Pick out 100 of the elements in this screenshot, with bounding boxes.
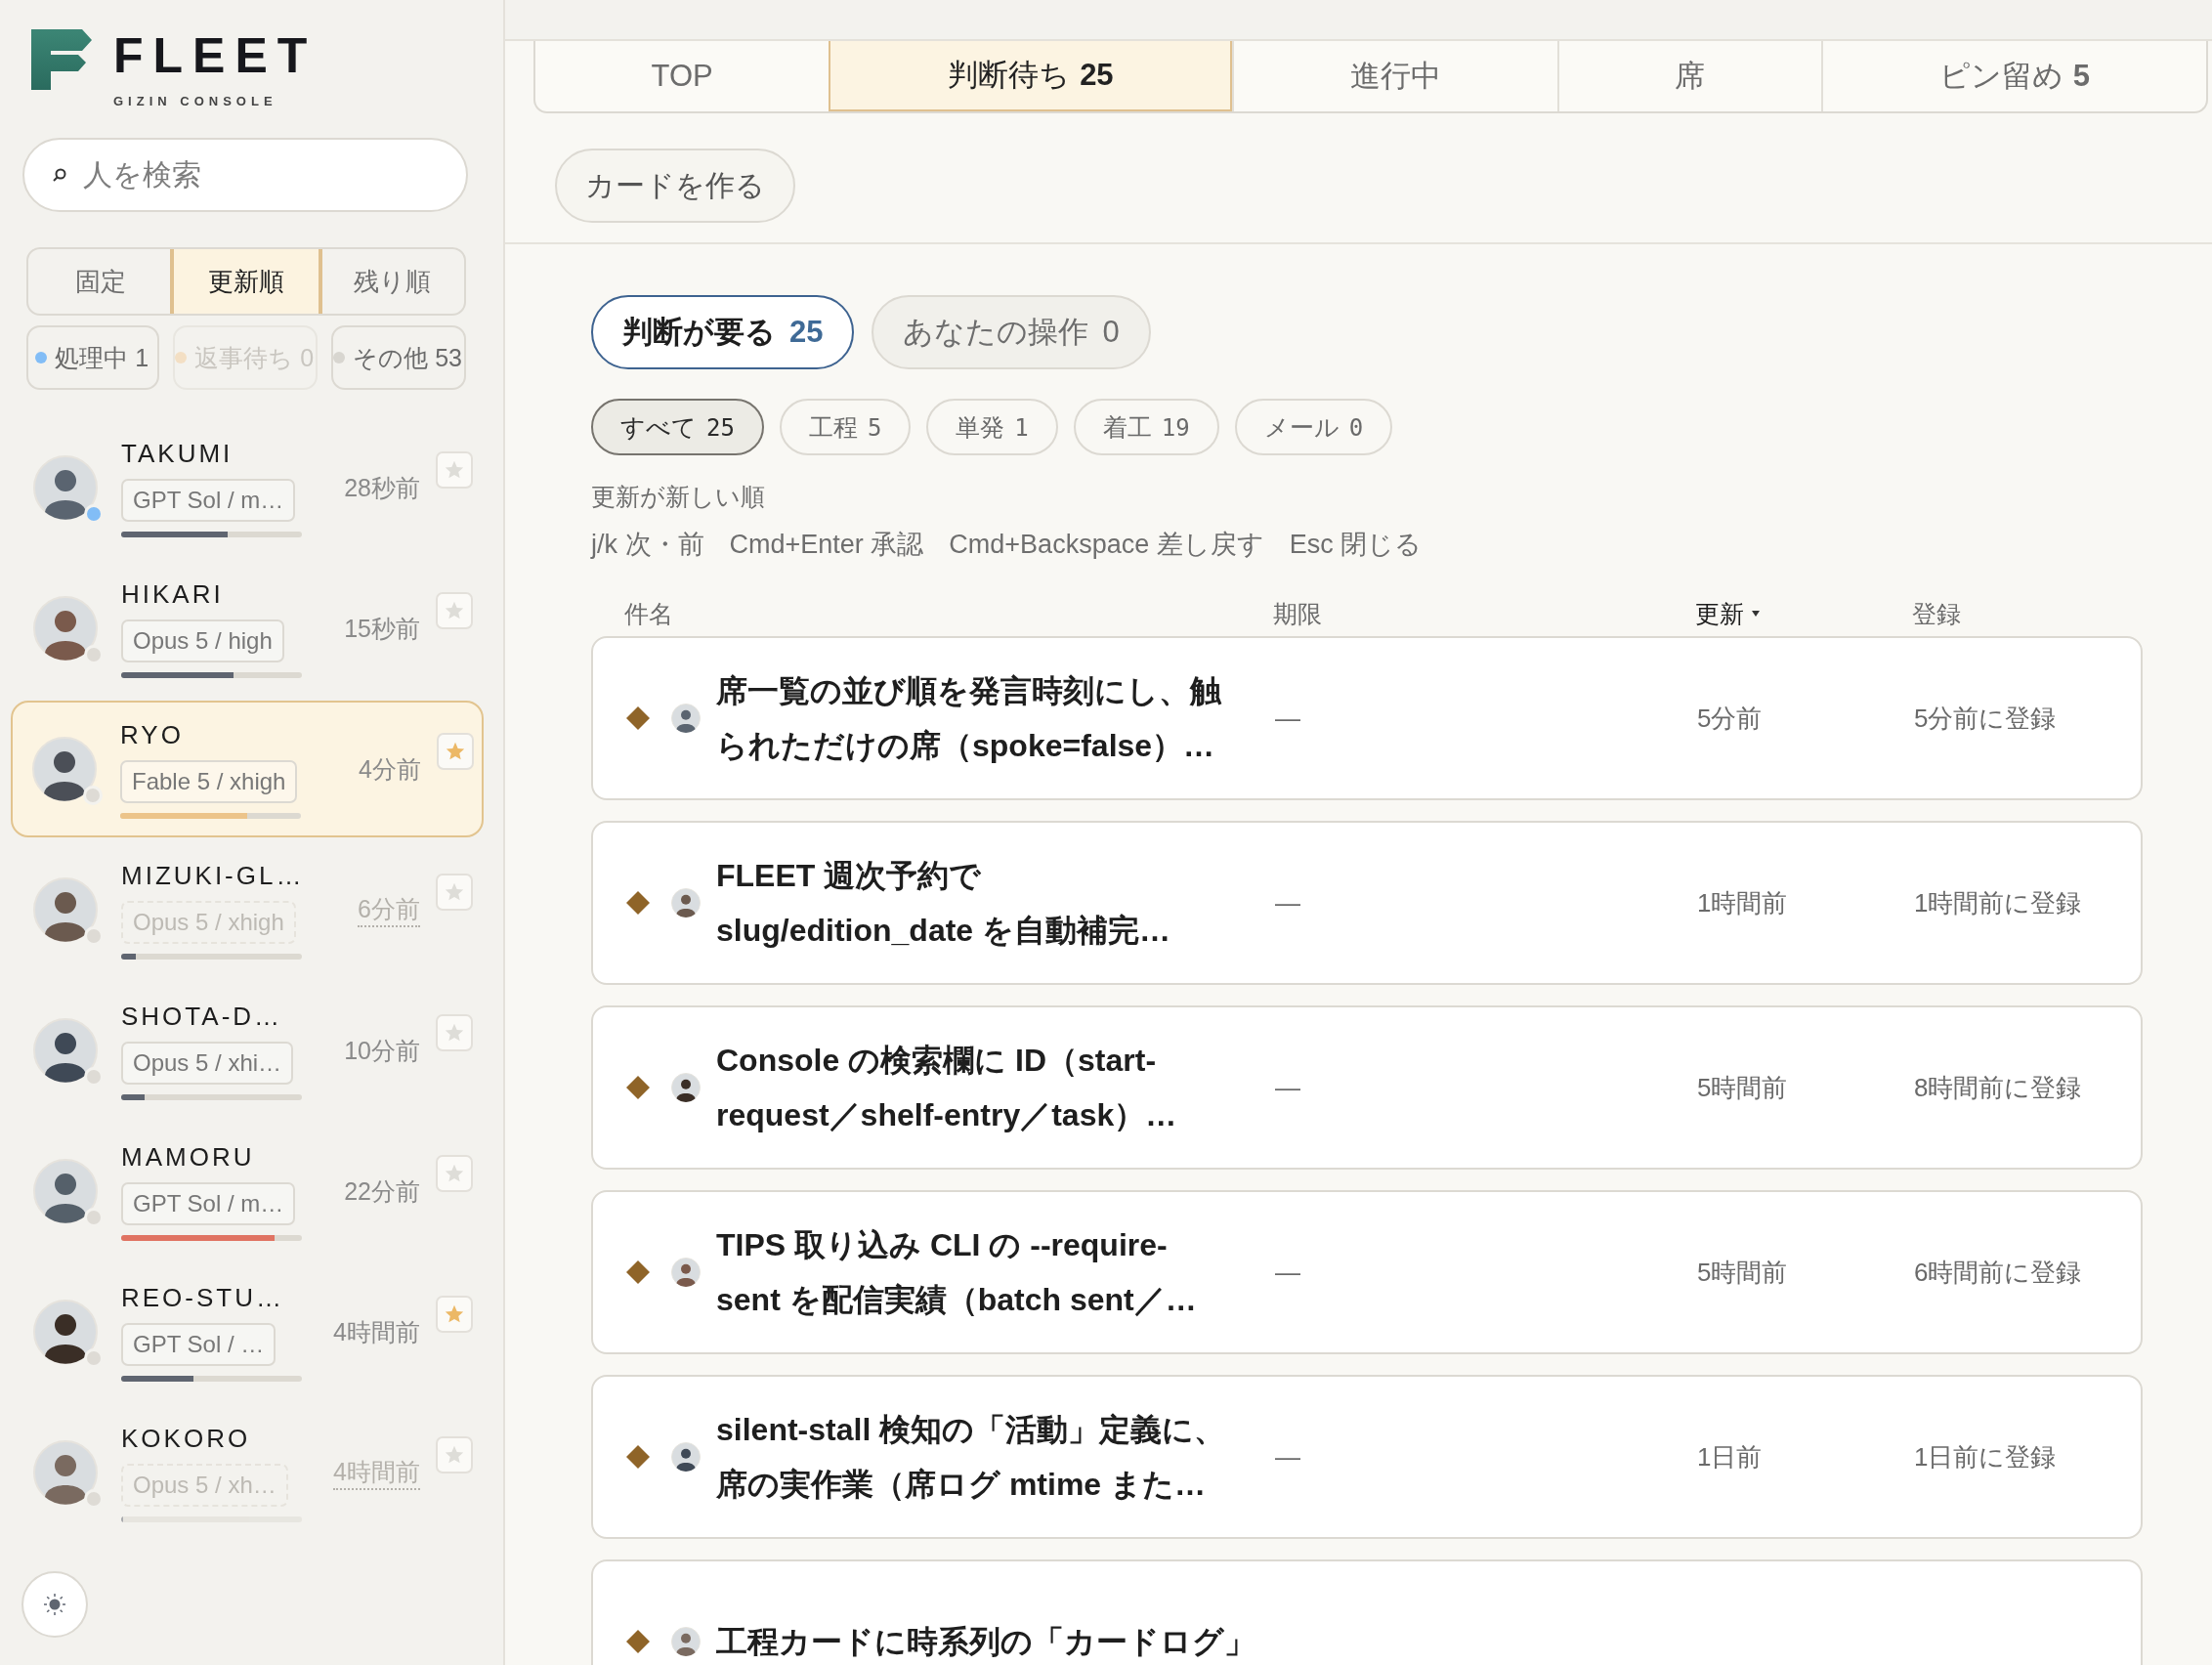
logo-title: FLEET — [113, 31, 318, 80]
type-filter[interactable]: メール 0 — [1234, 399, 1393, 455]
scope-pill[interactable]: あなたの操作 0 — [872, 295, 1151, 369]
logo-subtitle: GIZIN CONSOLE — [113, 94, 278, 108]
type-filter[interactable]: 単発 1 — [926, 399, 1058, 455]
nav-tab[interactable]: ピン留め 5 — [1820, 41, 2206, 111]
star-icon — [445, 741, 466, 762]
pin-button[interactable] — [436, 1436, 473, 1473]
nav-tab[interactable]: TOP — [535, 41, 830, 111]
updated-cell-text: 5時間前 — [1697, 1256, 1788, 1289]
person-item[interactable]: HIKARI Opus 5 / high 15秒前 — [12, 560, 483, 697]
pin-button[interactable] — [436, 451, 473, 489]
registered-cell-text: 1時間前に登録 — [1914, 886, 2082, 919]
avatar-icon — [671, 1258, 701, 1287]
task-title: TIPS 取り込み CLI の --require- sent を配信実績（batch sent／… — [716, 1226, 1197, 1319]
person-item[interactable]: RYO Fable 5 / xhigh 4分前 — [11, 701, 484, 837]
avatar-icon — [671, 1442, 701, 1472]
model-tag: GPT Sol / m… — [121, 478, 296, 522]
logo-icon — [31, 29, 92, 90]
star-icon — [444, 459, 465, 481]
last-active-time: 15秒前 — [344, 613, 420, 644]
search-icon — [52, 167, 67, 183]
star-icon — [444, 1022, 465, 1044]
sort-tab[interactable]: 更新順 — [172, 249, 320, 314]
task-card[interactable]: TIPS 取り込み CLI の --require- sent を配信実績（batch sent／… — 5時間前 6時間前に登録 — [591, 1190, 2143, 1354]
model-tag: GPT Sol / … — [121, 1322, 276, 1366]
diamond-icon — [626, 891, 650, 915]
last-active-time: 4時間前 — [333, 1316, 420, 1347]
nav-tab[interactable]: 席 — [1556, 41, 1821, 111]
registered-cell-text: 6時間前に登録 — [1914, 1256, 2082, 1289]
diamond-icon — [626, 706, 650, 730]
updated-cell-text: 5分前 — [1697, 702, 1763, 735]
sort-caret-icon — [1752, 611, 1760, 617]
person-item[interactable]: KOKORO Opus 5 / xh… 4時間前 — [12, 1404, 483, 1541]
model-tag: Opus 5 / xhigh — [121, 900, 296, 944]
sort-tab[interactable]: 残り順 — [319, 249, 464, 314]
deadline-cell: — — [1275, 1257, 1300, 1288]
column-header[interactable]: 更新 — [1695, 597, 1760, 630]
last-active-time: 4時間前 — [333, 1455, 420, 1490]
type-filter[interactable]: 工程 5 — [779, 399, 912, 455]
person-item[interactable]: TAKUMI GPT Sol / m… 28秒前 — [12, 419, 483, 556]
column-header[interactable]: 期限 — [1273, 597, 1322, 630]
nav-tab[interactable]: 判断待ち 25 — [829, 41, 1233, 111]
last-active-time: 10分前 — [344, 1035, 420, 1066]
nav-tab[interactable]: 進行中 — [1232, 41, 1557, 111]
task-title: silent-stall 検知の「活動」定義に、 席の実作業（席ログ mtime また… — [716, 1411, 1226, 1504]
person-item[interactable]: SHOTA-D… Opus 5 / xhi… 10分前 — [12, 982, 483, 1119]
person-name: HIKARI — [121, 578, 225, 610]
person-name: TAKUMI — [121, 438, 234, 469]
task-card[interactable]: FLEET 週次予約で slug/edition_date を自動補完… — 1時間前 1時間前に登録 — [591, 821, 2143, 985]
star-icon — [444, 1303, 465, 1325]
type-filter[interactable]: すべて 25 — [591, 399, 764, 455]
star-icon — [444, 881, 465, 903]
registered-cell-text: 5分前に登録 — [1914, 702, 2057, 735]
model-tag: Opus 5 / xhi… — [121, 1041, 294, 1085]
diamond-icon — [626, 1076, 650, 1099]
last-active-time: 4分前 — [359, 753, 421, 785]
star-icon — [444, 600, 465, 621]
diamond-icon — [626, 1445, 650, 1469]
status-filter[interactable]: その他 53 — [331, 325, 466, 390]
person-item[interactable]: MIZUKI-GL… Opus 5 / xhigh 6分前 — [12, 841, 483, 978]
registered-cell-text: 8時間前に登録 — [1914, 1071, 2082, 1104]
pin-button[interactable] — [436, 1155, 473, 1192]
shortcut-hint: Esc 閉じる — [1289, 529, 1423, 561]
updated-cell-text: 1時間前 — [1697, 886, 1788, 919]
shortcut-hint: Cmd+Backspace 差し戻す — [949, 529, 1264, 561]
task-card[interactable]: 工程カードに時系列の「カードログ」 — [591, 1559, 2143, 1665]
status-filter[interactable]: 処理中 1 — [26, 325, 160, 390]
task-card[interactable]: 席一覧の並び順を発言時刻にし、触 られただけの席（spoke=false）… — 5分前 5分前に登録 — [591, 636, 2143, 800]
scope-pill[interactable]: 判断が要る 25 — [591, 295, 855, 369]
task-title: 工程カードに時系列の「カードログ」 — [716, 1623, 1255, 1661]
sun-icon — [42, 1592, 67, 1617]
pin-button[interactable] — [436, 592, 473, 629]
updated-cell-text: 5時間前 — [1697, 1071, 1788, 1104]
search-field[interactable]: 人を検索 — [22, 138, 468, 212]
task-card[interactable]: silent-stall 検知の「活動」定義に、 席の実作業（席ログ mtime また… — 1日前 1日前に登録 — [591, 1375, 2143, 1539]
create-card-button[interactable]: カードを作る — [555, 149, 795, 223]
model-tag: GPT Sol / m… — [121, 1181, 296, 1225]
person-name: REO-STU… — [121, 1282, 285, 1313]
column-header[interactable]: 登録 — [1912, 597, 1961, 630]
pin-button[interactable] — [436, 1014, 473, 1051]
avatar-icon — [33, 1159, 98, 1223]
pin-button[interactable] — [436, 1296, 473, 1333]
last-active-time: 22分前 — [344, 1175, 420, 1207]
task-title: 席一覧の並び順を発言時刻にし、触 られただけの席（spoke=false）… — [716, 672, 1221, 765]
avatar-icon — [32, 737, 97, 801]
pin-button[interactable] — [436, 874, 473, 911]
pin-button[interactable] — [437, 733, 474, 770]
star-icon — [444, 1163, 465, 1184]
model-tag: Fable 5 / xhigh — [120, 759, 298, 803]
avatar-icon — [33, 1300, 98, 1364]
task-card[interactable]: Console の検索欄に ID（start- request／shelf-entry／task）… — 5時間前 8時間前に登録 — [591, 1005, 2143, 1170]
column-header[interactable]: 件名 — [624, 597, 673, 630]
deadline-cell: — — [1275, 1441, 1300, 1473]
person-item[interactable]: REO-STU… GPT Sol / … 4時間前 — [12, 1263, 483, 1400]
model-tag: Opus 5 / high — [121, 619, 284, 662]
person-item[interactable]: MAMORU GPT Sol / m… 22分前 — [12, 1123, 483, 1259]
type-filter[interactable]: 着工 19 — [1073, 399, 1219, 455]
diamond-icon — [626, 1260, 650, 1284]
sort-tab[interactable]: 固定 — [28, 249, 173, 314]
